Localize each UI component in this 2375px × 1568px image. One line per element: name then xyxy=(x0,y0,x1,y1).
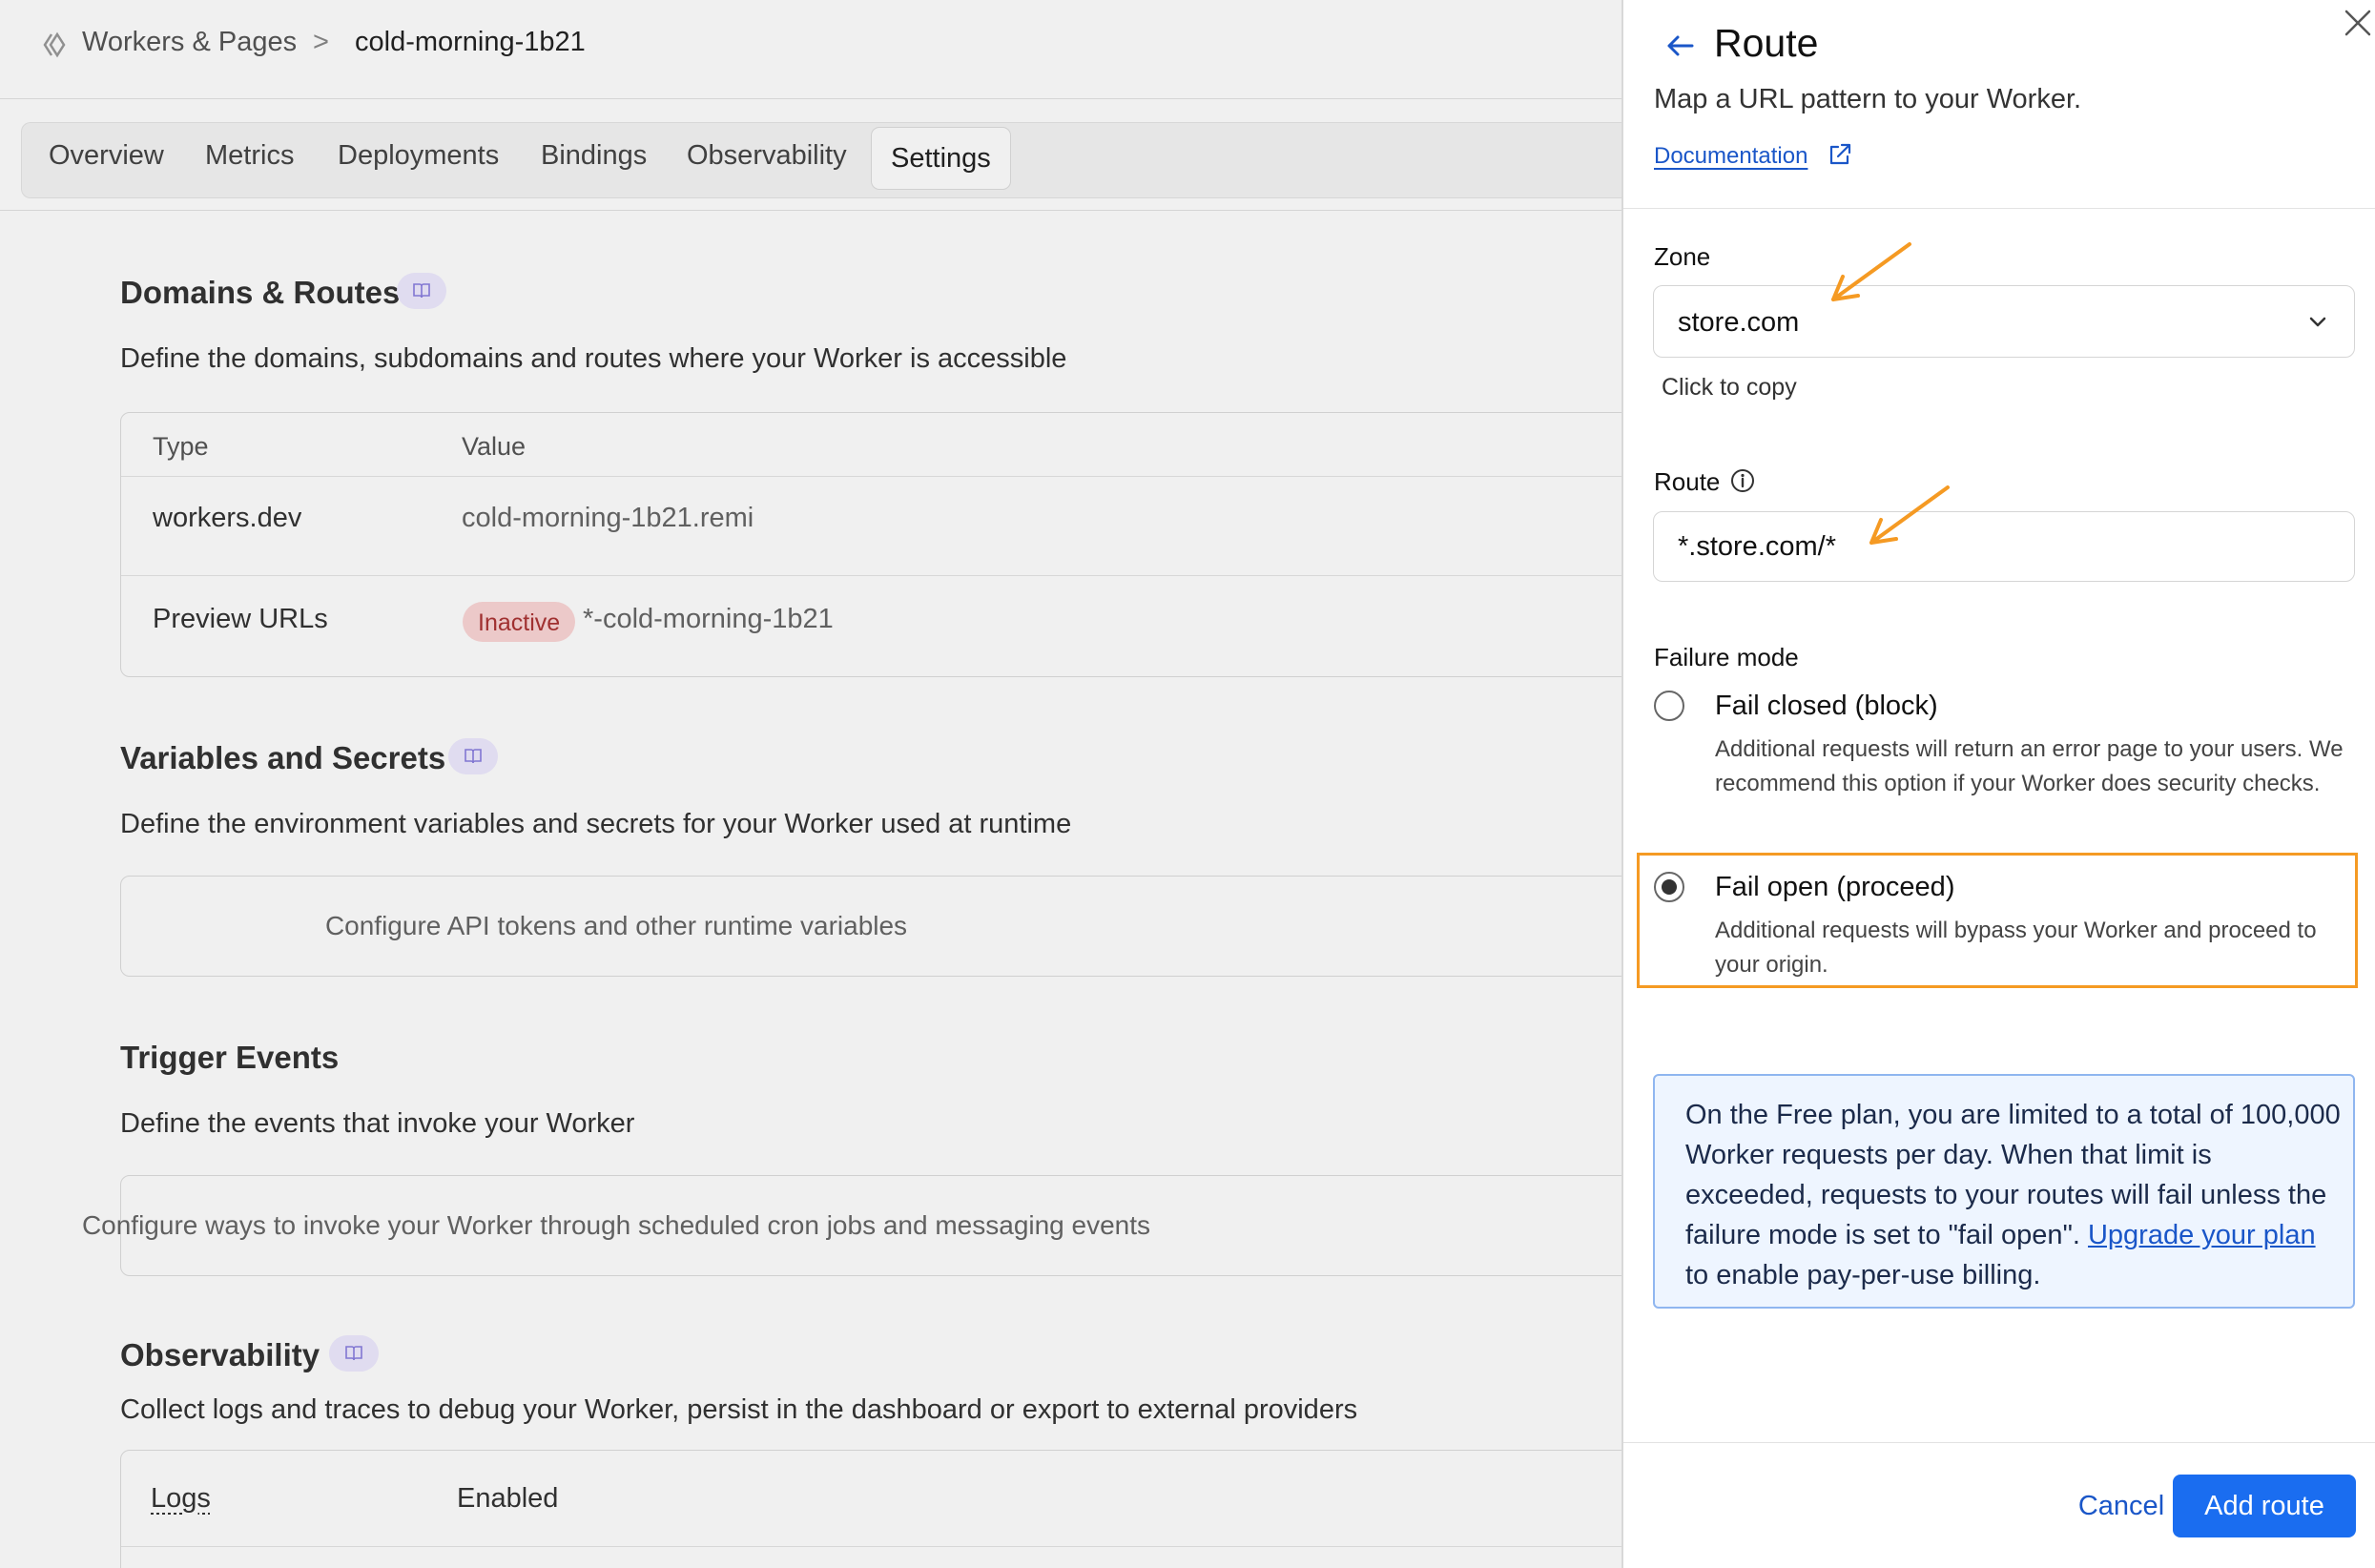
route-label: Route xyxy=(1654,467,1721,496)
chevron-down-icon xyxy=(2309,317,2326,327)
documentation-link[interactable]: Documentation xyxy=(1654,143,1807,170)
fail-open-label[interactable]: Fail open (proceed) xyxy=(1715,872,1954,903)
panel-subtitle: Map a URL pattern to your Worker. xyxy=(1654,84,2082,114)
fail-closed-description: Additional requests will return an error… xyxy=(1715,736,2344,796)
zone-hint[interactable]: Click to copy xyxy=(1662,374,1797,402)
annotation-arrow-route-icon xyxy=(1869,485,1950,545)
page-dim-overlay xyxy=(0,0,1621,1568)
external-link-icon[interactable] xyxy=(1827,141,1853,168)
panel-footer-divider xyxy=(1623,1442,2375,1443)
annotation-arrow-zone-icon xyxy=(1831,242,1911,301)
route-side-panel: Route Map a URL pattern to your Worker. … xyxy=(1621,0,2375,1568)
info-icon[interactable] xyxy=(1729,467,1756,494)
radio-fail-closed[interactable] xyxy=(1654,691,1684,721)
route-input[interactable]: *.store.com/* xyxy=(1653,511,2355,582)
route-input-value: *.store.com/* xyxy=(1678,531,1836,562)
panel-title: Route xyxy=(1714,21,1819,65)
add-route-button[interactable]: Add route xyxy=(2173,1475,2356,1537)
free-plan-notice: On the Free plan, you are limited to a t… xyxy=(1653,1074,2355,1309)
fail-open-description: Additional requests will bypass your Wor… xyxy=(1715,918,2317,978)
notice-text: On the Free plan, you are limited to a t… xyxy=(1685,1095,2344,1295)
notice-text-after: to enable pay-per-use billing. xyxy=(1685,1260,2041,1290)
failure-mode-label: Failure mode xyxy=(1654,643,1799,671)
zone-label: Zone xyxy=(1654,242,1711,271)
close-icon[interactable] xyxy=(2341,6,2375,40)
panel-header-divider xyxy=(1623,208,2375,209)
back-arrow-icon[interactable] xyxy=(1662,27,1700,65)
fail-closed-label[interactable]: Fail closed (block) xyxy=(1715,691,1938,722)
worker-settings-page: Workers & Pages > cold-morning-1b21 Over… xyxy=(0,0,1647,1568)
zone-select-value: store.com xyxy=(1678,307,1800,338)
zone-select[interactable]: store.com xyxy=(1653,285,2355,358)
upgrade-plan-link[interactable]: Upgrade your plan xyxy=(2088,1220,2316,1250)
radio-fail-open[interactable] xyxy=(1654,872,1684,902)
